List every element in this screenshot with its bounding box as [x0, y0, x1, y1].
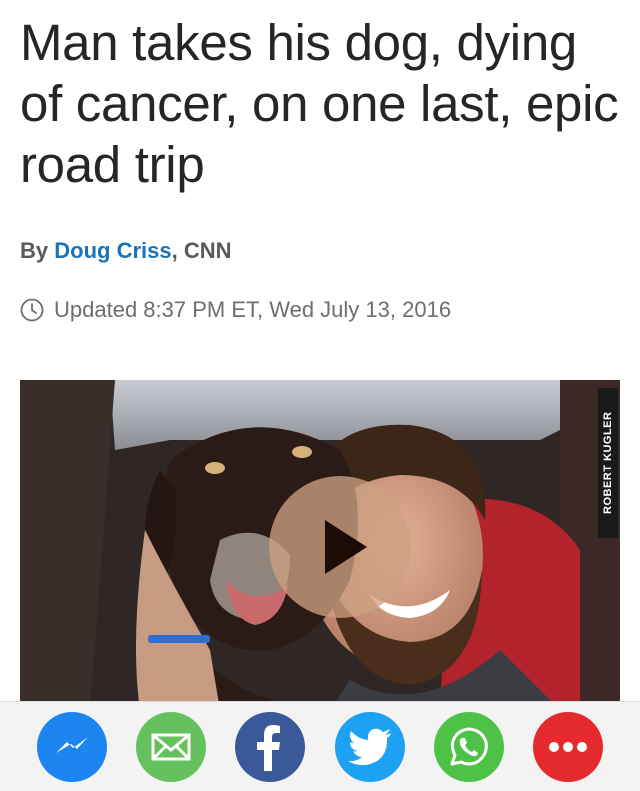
twitter-icon [347, 728, 391, 765]
byline-prefix: By [20, 238, 55, 263]
whatsapp-share-button[interactable] [433, 711, 504, 782]
messenger-share-button[interactable] [36, 711, 107, 782]
timestamp-text: Updated 8:37 PM ET, Wed July 13, 2016 [54, 297, 452, 322]
more-share-button[interactable] [533, 711, 604, 782]
email-share-button[interactable] [135, 711, 206, 782]
video-player[interactable]: ROBERT KUGLER [20, 380, 620, 710]
whatsapp-icon [450, 727, 488, 765]
author-link[interactable]: Doug Criss [54, 238, 171, 263]
play-button[interactable] [269, 476, 411, 618]
byline-source: , CNN [171, 238, 232, 263]
envelope-icon [151, 733, 191, 760]
twitter-share-button[interactable] [334, 711, 405, 782]
messenger-icon [55, 736, 88, 753]
timestamp: Updated 8:37 PM ET, Wed July 13, 2016 [20, 297, 451, 323]
clock-icon [20, 298, 44, 322]
facebook-share-button[interactable] [235, 711, 306, 782]
share-bar [0, 701, 640, 791]
article-headline: Man takes his dog, dying of cancer, on o… [20, 14, 619, 193]
photo-credit: ROBERT KUGLER [598, 388, 618, 538]
byline: By Doug Criss, CNN [20, 238, 232, 264]
facebook-icon [257, 724, 281, 771]
more-icon [549, 741, 588, 752]
play-icon [325, 520, 367, 574]
